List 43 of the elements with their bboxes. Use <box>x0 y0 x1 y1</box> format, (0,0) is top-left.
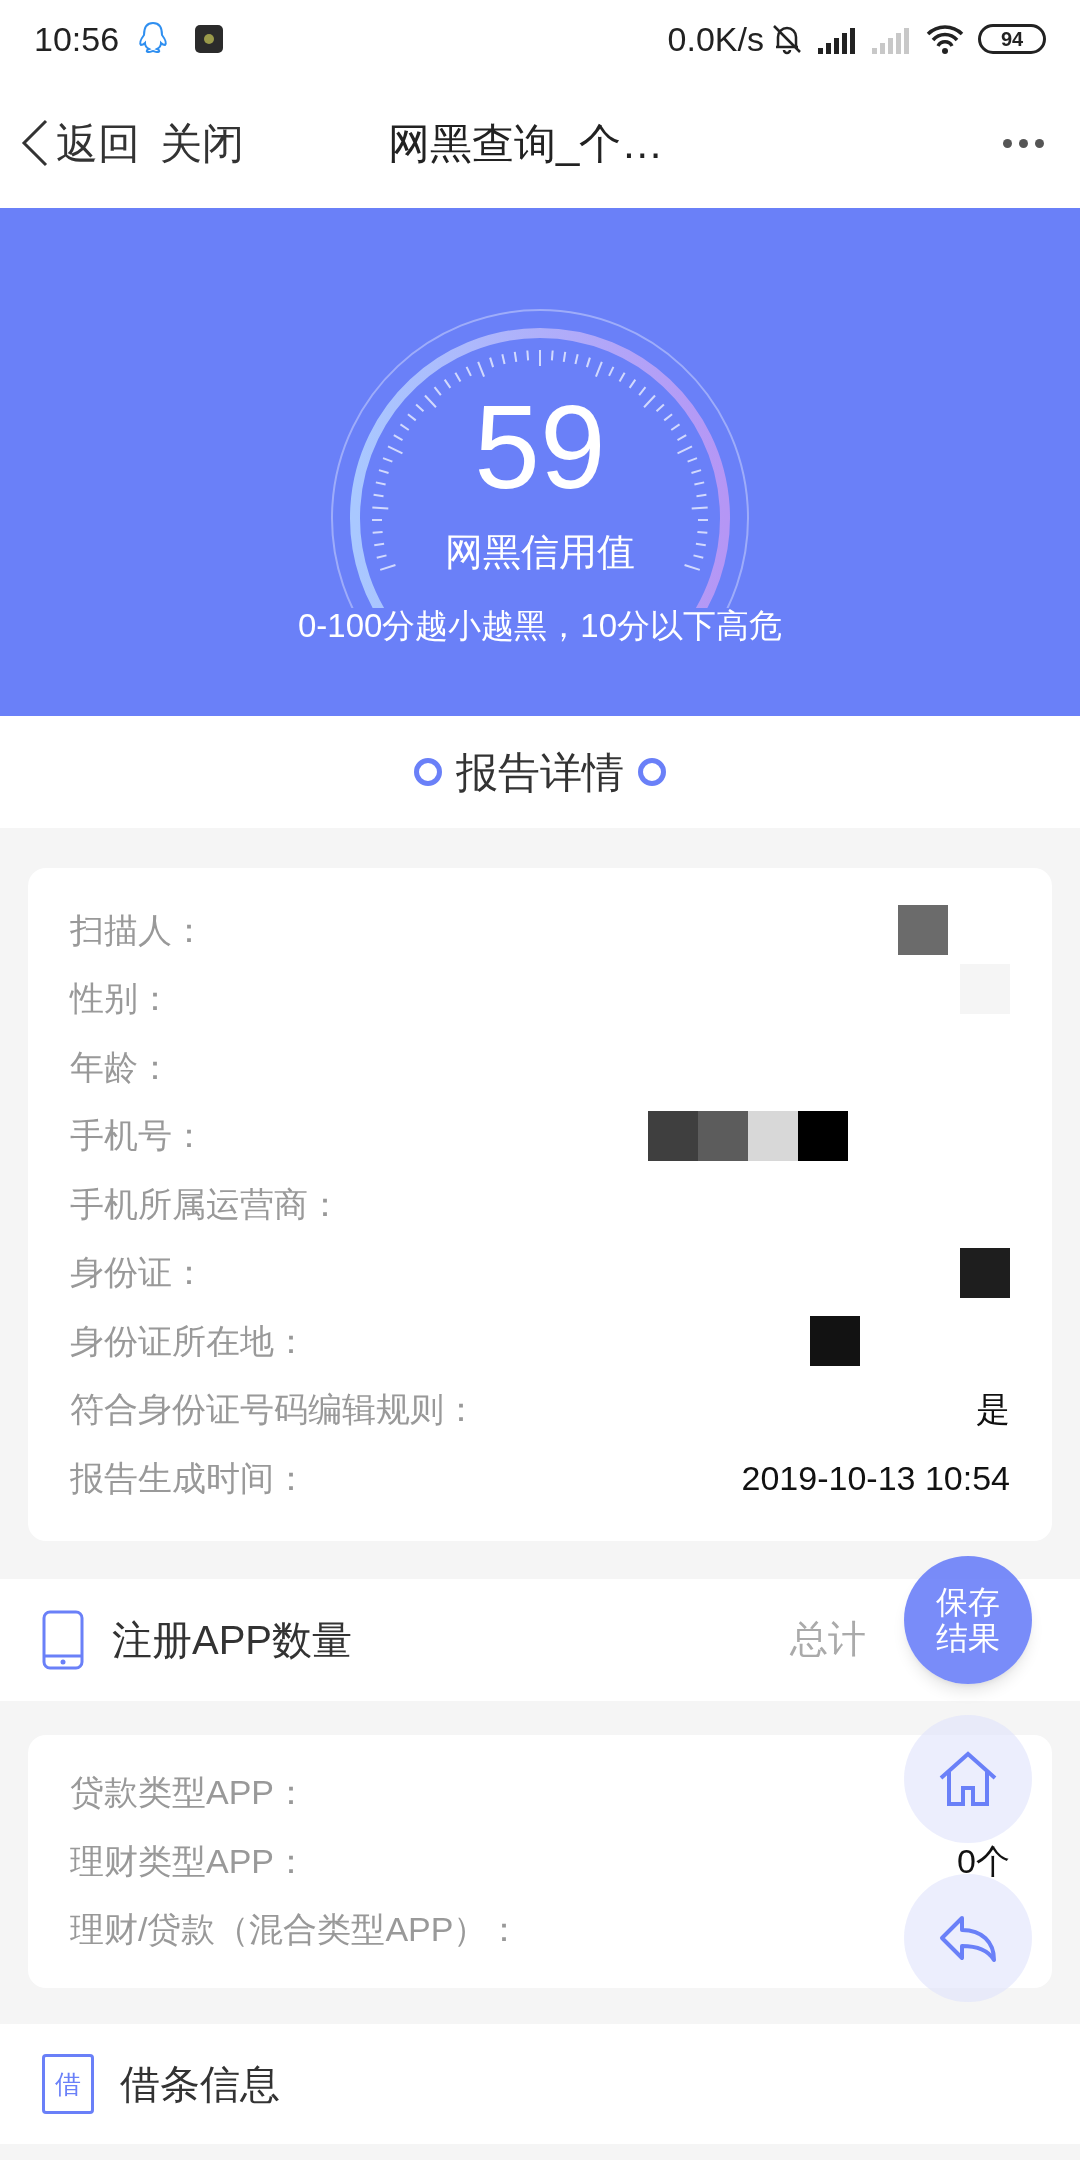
field-label: 报告生成时间： <box>70 1457 308 1499</box>
ring-icon <box>414 758 442 786</box>
field-label: 性别： <box>70 978 172 1020</box>
field-label: 贷款类型APP： <box>70 1772 309 1814</box>
ring-icon <box>638 758 666 786</box>
total-label: 总计 <box>790 1617 866 1662</box>
score-label: 网黑信用值 <box>445 530 635 575</box>
app-icon <box>195 25 224 53</box>
redaction-block <box>810 1316 860 1367</box>
page-title: 网黑查询_个… <box>388 118 664 169</box>
field-label: 年龄： <box>70 1046 172 1088</box>
field-label: 扫描人： <box>70 909 206 951</box>
redaction-block <box>698 1110 748 1161</box>
section-title: 借条信息 <box>120 2061 280 2108</box>
section-title: 注册APP数量 <box>112 1616 353 1664</box>
battery-indicator: 94 <box>978 24 1046 54</box>
field-label: 理财/贷款（混合类型APP）： <box>70 1909 522 1951</box>
network-speed: 0.0K/s <box>667 18 764 60</box>
field-value: 0个 <box>957 1840 1010 1882</box>
score-value: 59 <box>474 388 606 506</box>
close-button[interactable]: 关闭 <box>160 111 244 175</box>
field-label: 身份证所在地： <box>70 1320 308 1362</box>
score-note: 0-100分越小越黑，10分以下高危 <box>297 606 783 646</box>
home-icon <box>937 1750 999 1808</box>
field-label: 手机所属运营商： <box>70 1183 342 1225</box>
wifi-icon <box>926 24 964 54</box>
phone-icon <box>42 1609 84 1670</box>
redaction-block <box>960 1247 1010 1298</box>
back-button[interactable]: 返回 <box>20 111 140 175</box>
redaction-block <box>748 1110 798 1161</box>
field-label: 理财类型APP： <box>70 1840 309 1882</box>
redaction-block <box>648 1110 698 1161</box>
section-title: 报告详情 <box>456 747 624 798</box>
field-value: 是 <box>976 1389 1010 1431</box>
field-value: 2019-10-13 10:54 <box>741 1457 1010 1499</box>
redaction-block <box>898 905 948 956</box>
field-label: 身份证： <box>70 1252 206 1294</box>
chevron-left-icon <box>20 118 50 168</box>
field-label: 符合身份证号码编辑规则： <box>70 1389 478 1431</box>
field-label: 手机号： <box>70 1115 206 1157</box>
receipt-icon: 借 <box>42 2054 94 2114</box>
status-time: 10:56 <box>34 18 120 60</box>
redaction-block <box>798 1110 848 1161</box>
